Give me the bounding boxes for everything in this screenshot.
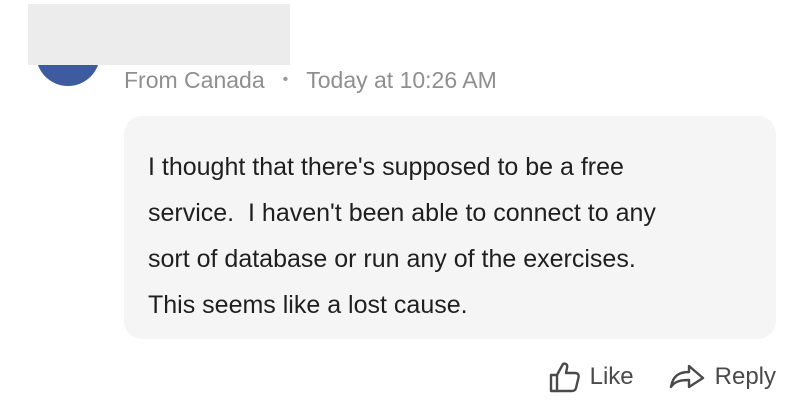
- reply-button[interactable]: Reply: [668, 361, 776, 393]
- comment-bubble: I thought that there's supposed to be a …: [124, 116, 776, 339]
- comment-meta: From Canada • Today at 10:26 AM: [124, 64, 497, 96]
- meta-separator: •: [282, 71, 289, 88]
- redacted-author-name: [28, 4, 290, 65]
- location-text: From Canada: [124, 66, 265, 93]
- like-button[interactable]: Like: [547, 360, 634, 394]
- thumbs-up-icon: [547, 360, 581, 394]
- comment-text: I thought that there's supposed to be a …: [148, 153, 656, 319]
- timestamp[interactable]: Today at 10:26 AM: [306, 67, 497, 94]
- comment-actions: Like Reply: [547, 355, 776, 399]
- reply-label: Reply: [714, 363, 776, 390]
- reply-arrow-icon: [668, 361, 706, 393]
- like-label: Like: [589, 363, 634, 390]
